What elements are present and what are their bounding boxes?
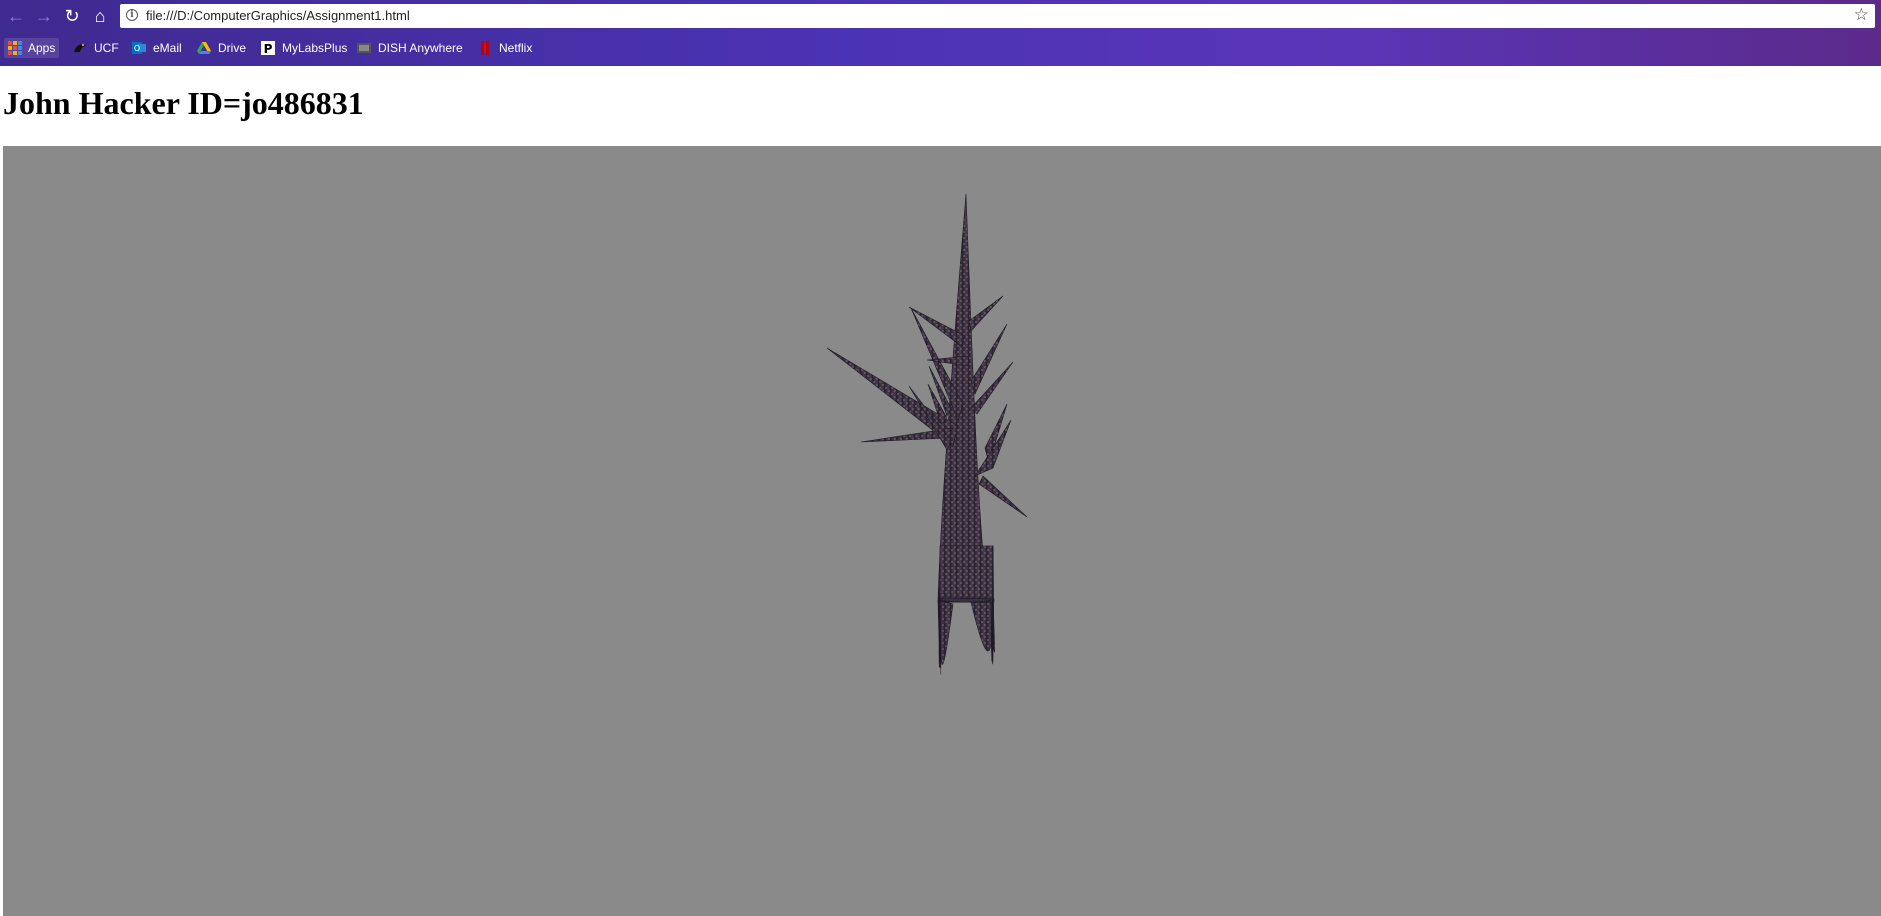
google-drive-icon	[197, 42, 211, 54]
ucf-pegasus-icon	[74, 43, 86, 52]
bookmark-apps[interactable]: Apps	[4, 38, 60, 58]
bookmark-dish[interactable]: DISH Anywhere	[352, 38, 467, 58]
bookmark-mylabsplus[interactable]: P MyLabsPlus	[256, 38, 351, 58]
address-bar[interactable]: i file:///D:/ComputerGraphics/Assignment…	[120, 4, 1875, 28]
bookmarks-bar: Apps UCF O eMail Drive P MyLabsPlus DISH…	[0, 34, 1881, 62]
bookmark-star-icon[interactable]: ☆	[1854, 5, 1869, 25]
outlook-icon: O	[132, 42, 146, 54]
back-arrow-icon[interactable]: ←	[4, 4, 28, 28]
bookmark-label: MyLabsPlus	[282, 41, 348, 55]
webgl-canvas[interactable]	[3, 146, 1881, 916]
bookmark-label: UCF	[94, 41, 119, 55]
forward-arrow-icon[interactable]: →	[32, 4, 56, 28]
bookmark-label: Netflix	[499, 41, 533, 55]
bookmark-ucf[interactable]: UCF	[68, 38, 123, 58]
bookmark-label: eMail	[153, 41, 182, 55]
bookmark-label: Apps	[28, 41, 56, 55]
info-icon[interactable]: i	[126, 9, 138, 21]
dish-icon	[357, 43, 371, 53]
bookmark-email[interactable]: O eMail	[127, 38, 186, 58]
bookmark-label: Drive	[218, 41, 247, 55]
bookmark-drive[interactable]: Drive	[192, 38, 250, 58]
svg-text:P: P	[264, 42, 273, 56]
navigation-bar: ← → ↻ ⌂ i file:///D:/ComputerGraphics/As…	[0, 0, 1881, 32]
netflix-icon	[481, 41, 489, 55]
svg-text:O: O	[134, 44, 140, 53]
tree-render	[826, 193, 1028, 675]
browser-chrome: ← → ↻ ⌂ i file:///D:/ComputerGraphics/As…	[0, 0, 1881, 66]
apps-grid-icon	[8, 41, 22, 55]
reload-icon[interactable]: ↻	[60, 4, 84, 28]
bookmark-netflix[interactable]: Netflix	[473, 38, 536, 58]
url-text[interactable]: file:///D:/ComputerGraphics/Assignment1.…	[146, 8, 410, 23]
tree-model	[826, 193, 1028, 675]
mylabsplus-icon: P	[261, 41, 275, 56]
home-icon[interactable]: ⌂	[88, 4, 112, 28]
page-title: John Hacker ID=jo486831	[3, 85, 364, 121]
bookmark-label: DISH Anywhere	[378, 41, 463, 55]
